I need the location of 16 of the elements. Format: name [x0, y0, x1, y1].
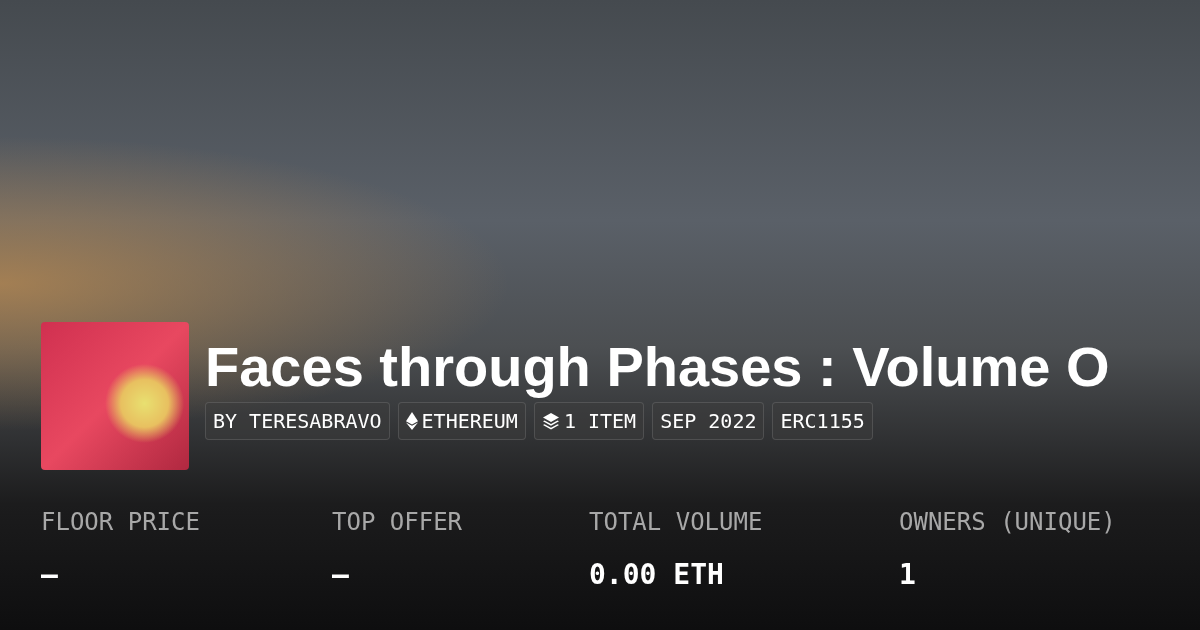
stat-value: – [332, 557, 350, 593]
stat-value: 0.00 ETH [589, 557, 725, 593]
stat-value: 1 [899, 557, 917, 593]
collection-title: Faces through Phases : Volume O [205, 336, 1110, 398]
ethereum-icon [405, 411, 418, 430]
tag-label: 1 ITEM [563, 407, 637, 435]
tag: SEP 2022 [652, 401, 765, 440]
layers-icon [541, 411, 560, 430]
stat-label: TOTAL VOLUME [589, 507, 764, 538]
tag-label: ETHEREUM [421, 407, 518, 435]
tag: ERC1155 [772, 401, 873, 440]
stat-value: – [41, 557, 59, 593]
stat-label: TOP OFFER [332, 507, 464, 538]
stat-label: OWNERS (UNIQUE) [899, 507, 1117, 538]
stat-label: FLOOR PRICE [41, 507, 201, 538]
tag: BY TERESABRAVO [205, 401, 390, 440]
